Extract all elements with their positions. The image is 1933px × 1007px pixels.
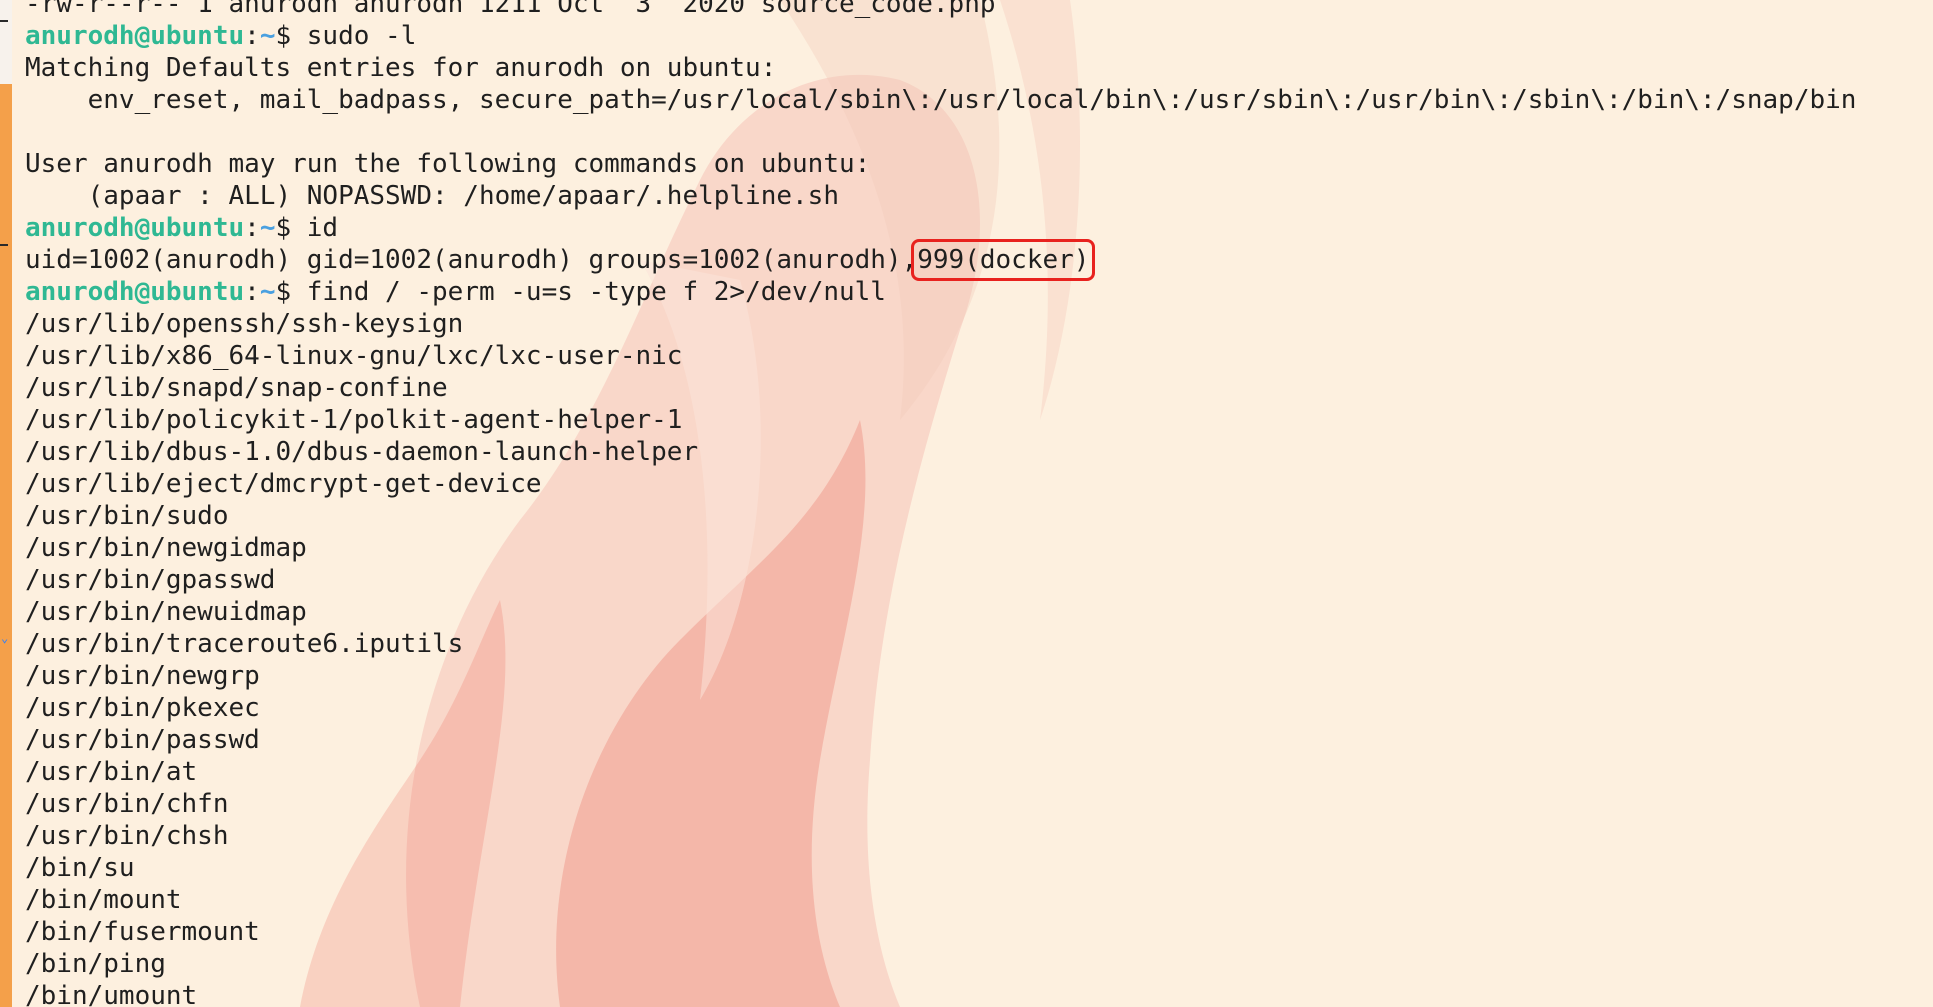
output-line: /usr/bin/newgrp — [25, 660, 1856, 692]
prompt-symbol: $ — [275, 277, 307, 307]
gutter-tick — [0, 20, 8, 22]
output-text: env_reset, mail_badpass, secure_path=/us… — [25, 85, 1857, 115]
prompt-user: anurodh@ubuntu — [25, 21, 245, 51]
output-text: /usr/bin/traceroute6.iputils — [25, 629, 464, 659]
output-text: Matching Defaults entries for anurodh on… — [25, 53, 777, 83]
output-text: /usr/bin/gpasswd — [25, 565, 276, 595]
prompt-path: ~ — [259, 277, 276, 307]
prompt-separator: : — [244, 213, 260, 243]
output-line: (apaar : ALL) NOPASSWD: /home/apaar/.hel… — [25, 180, 1856, 212]
output-line: /usr/bin/chsh — [25, 820, 1856, 852]
output-line: /bin/mount — [25, 884, 1856, 916]
output-text: /usr/lib/x86_64-linux-gnu/lxc/lxc-user-n… — [25, 341, 683, 371]
output-line: /usr/bin/gpasswd — [25, 564, 1856, 596]
prompt-user: anurodh@ubuntu — [25, 213, 245, 243]
output-text: -rw-r--r-- 1 anurodh anurodh 1211 Oct 3 … — [25, 0, 996, 19]
output-text: /usr/bin/pkexec — [25, 693, 260, 723]
output-line: /usr/lib/x86_64-linux-gnu/lxc/lxc-user-n… — [25, 340, 1856, 372]
output-line: /bin/su — [25, 852, 1856, 884]
output-line: Matching Defaults entries for anurodh on… — [25, 52, 1856, 84]
output-line: /usr/bin/newgidmap — [25, 532, 1856, 564]
output-line: /usr/bin/at — [25, 756, 1856, 788]
output-text: /usr/bin/newgidmap — [25, 533, 307, 563]
output-line: /usr/bin/traceroute6.iputils — [25, 628, 1856, 660]
prompt-user: anurodh@ubuntu — [25, 277, 245, 307]
output-line: /bin/ping — [25, 948, 1856, 980]
prompt-line: anurodh@ubuntu:~$ find / -perm -u=s -typ… — [25, 276, 1856, 308]
output-line: /usr/lib/dbus-1.0/dbus-daemon-launch-hel… — [25, 436, 1856, 468]
output-line: /usr/lib/openssh/ssh-keysign — [25, 308, 1856, 340]
output-line: /usr/bin/chfn — [25, 788, 1856, 820]
output-text: /usr/lib/policykit-1/polkit-agent-helper… — [25, 405, 683, 435]
output-line: /usr/bin/newuidmap — [25, 596, 1856, 628]
prompt-line: anurodh@ubuntu:~$ sudo -l — [25, 20, 1856, 52]
output-text: uid=1002(anurodh) gid=1002(anurodh) grou… — [25, 245, 918, 275]
prompt-path: ~ — [259, 21, 276, 51]
output-text: User anurodh may run the following comma… — [25, 149, 871, 179]
highlighted-docker-group: 999(docker) — [911, 239, 1096, 281]
output-line: /usr/bin/pkexec — [25, 692, 1856, 724]
output-text: /usr/lib/eject/dmcrypt-get-device — [25, 469, 542, 499]
output-line: env_reset, mail_badpass, secure_path=/us… — [25, 84, 1857, 116]
output-line: /usr/bin/passwd — [25, 724, 1856, 756]
output-text: /usr/bin/newuidmap — [25, 597, 307, 627]
output-line: -rw-r--r-- 1 anurodh anurodh 1211 Oct 3 … — [25, 0, 1856, 20]
output-line: /usr/lib/policykit-1/polkit-agent-helper… — [25, 404, 1856, 436]
command-text: find / -perm -u=s -type f 2>/dev/null — [306, 277, 886, 307]
prompt-path: ~ — [259, 213, 276, 243]
output-text: /bin/mount — [25, 885, 182, 915]
prompt-separator: : — [244, 277, 260, 307]
editor-gutter: ⌄ — [0, 0, 12, 1007]
output-line: User anurodh may run the following comma… — [25, 148, 1856, 180]
command-text: id — [306, 213, 339, 243]
gutter-top-notch — [0, 0, 12, 84]
output-line: /usr/bin/sudo — [25, 500, 1856, 532]
output-text: /bin/su — [25, 853, 135, 883]
scroll-marker-icon: ⌄ — [1, 631, 9, 645]
prompt-separator: : — [244, 21, 260, 51]
output-text: /usr/bin/newgrp — [25, 661, 260, 691]
output-text: /bin/umount — [25, 981, 198, 1007]
prompt-line: anurodh@ubuntu:~$ id — [25, 212, 1856, 244]
terminal-output[interactable]: -rw-r--r-- 1 anurodh anurodh 1211 Oct 3 … — [25, 0, 1856, 1007]
output-text: /usr/lib/openssh/ssh-keysign — [25, 309, 464, 339]
output-line: uid=1002(anurodh) gid=1002(anurodh) grou… — [25, 239, 1856, 281]
output-text: /bin/ping — [25, 949, 166, 979]
gutter-tick — [0, 244, 8, 246]
prompt-symbol: $ — [275, 213, 307, 243]
output-line: /usr/lib/eject/dmcrypt-get-device — [25, 468, 1856, 500]
output-line: /usr/lib/snapd/snap-confine — [25, 372, 1856, 404]
output-text: /usr/bin/chsh — [25, 821, 229, 851]
output-text: /usr/lib/snapd/snap-confine — [25, 373, 448, 403]
prompt-symbol: $ — [275, 21, 307, 51]
output-text: (apaar : ALL) NOPASSWD: /home/apaar/.hel… — [25, 181, 839, 211]
output-line: /bin/umount — [25, 980, 1856, 1007]
output-text: /usr/bin/at — [25, 757, 198, 787]
output-line: /bin/fusermount — [25, 916, 1856, 948]
output-text: /usr/bin/passwd — [25, 725, 260, 755]
output-text: /bin/fusermount — [25, 917, 260, 947]
output-text: /usr/lib/dbus-1.0/dbus-daemon-launch-hel… — [25, 437, 699, 467]
output-text: /usr/bin/sudo — [25, 501, 229, 531]
output-text: /usr/bin/chfn — [25, 789, 229, 819]
command-text: sudo -l — [306, 21, 417, 51]
